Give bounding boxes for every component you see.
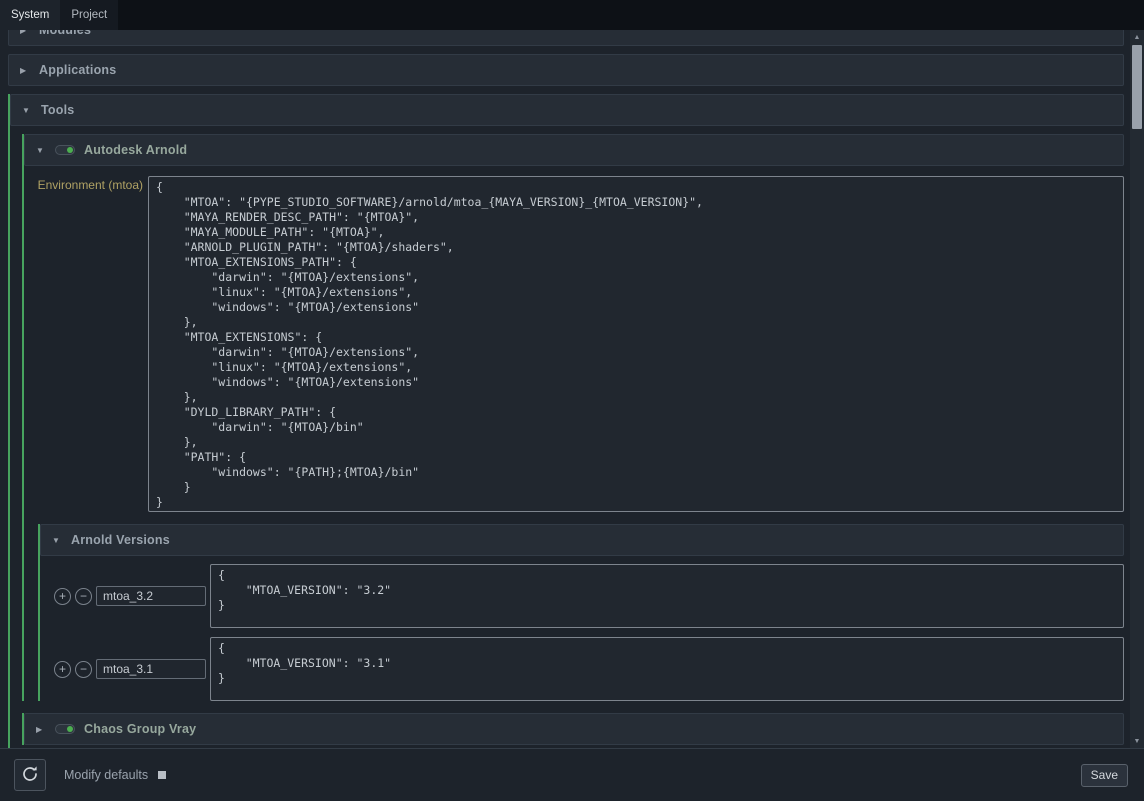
version-key-input[interactable] <box>96 659 206 679</box>
section-header-autodesk-arnold[interactable]: ▼ Autodesk Arnold <box>24 134 1124 166</box>
refresh-button[interactable] <box>14 759 46 791</box>
section-title-applications: Applications <box>39 63 116 77</box>
remove-version-button[interactable]: − <box>75 588 92 605</box>
modify-defaults-checkbox[interactable] <box>158 771 166 779</box>
section-tools: ▼ Tools ▼ Autodesk Arnold Environment (m… <box>8 94 1124 748</box>
environment-json-textarea[interactable]: { "MTOA": "{PYPE_STUDIO_SOFTWARE}/arnold… <box>148 176 1124 512</box>
section-header-applications[interactable]: ▶ Applications <box>8 54 1124 86</box>
section-autodesk-arnold: ▼ Autodesk Arnold Environment (mtoa) { "… <box>22 134 1124 701</box>
tab-system-label: System <box>11 9 49 21</box>
collapsed-arrow-icon: ▶ <box>36 725 46 734</box>
collapsed-arrow-icon: ▶ <box>20 66 30 75</box>
section-header-arnold-versions[interactable]: ▼ Arnold Versions <box>40 524 1124 556</box>
section-arnold-versions: ▼ Arnold Versions + − { "MTOA_VERSION": … <box>38 524 1124 701</box>
remove-version-button[interactable]: − <box>75 661 92 678</box>
version-json-textarea[interactable]: { "MTOA_VERSION": "3.2" } <box>210 564 1124 628</box>
tab-project-label: Project <box>71 9 107 21</box>
tab-project[interactable]: Project <box>60 0 118 30</box>
section-chaos-group-vray: ▶ Chaos Group Vray <box>22 713 1124 745</box>
enabled-toggle-icon[interactable] <box>55 724 75 734</box>
version-json-textarea[interactable]: { "MTOA_VERSION": "3.1" } <box>210 637 1124 701</box>
expanded-arrow-icon: ▼ <box>36 146 46 155</box>
vertical-scrollbar: ▲ ▼ <box>1130 30 1144 748</box>
tab-system[interactable]: System <box>0 0 60 30</box>
enabled-toggle-icon[interactable] <box>55 145 75 155</box>
tools-body: ▼ Autodesk Arnold Environment (mtoa) { "… <box>10 134 1124 748</box>
refresh-icon <box>21 765 39 786</box>
section-title-autodesk-arnold: Autodesk Arnold <box>84 143 187 157</box>
section-title-chaos-group-vray: Chaos Group Vray <box>84 722 196 736</box>
version-row: + − { "MTOA_VERSION": "3.1" } <box>40 637 1124 701</box>
environment-row: Environment (mtoa) { "MTOA": "{PYPE_STUD… <box>24 176 1124 512</box>
section-title-arnold-versions: Arnold Versions <box>71 533 170 547</box>
section-title-tools: Tools <box>41 103 74 117</box>
environment-label: Environment (mtoa) <box>24 176 148 512</box>
footer-bar: Modify defaults Save <box>0 748 1144 801</box>
add-version-button[interactable]: + <box>54 588 71 605</box>
scrollbar-thumb[interactable] <box>1132 45 1142 129</box>
settings-content: ▶ Modules ▶ Applications ▼ Tools ▼ Autod… <box>0 30 1130 748</box>
save-button[interactable]: Save <box>1081 764 1128 787</box>
section-header-chaos-group-vray[interactable]: ▶ Chaos Group Vray <box>24 713 1124 745</box>
expanded-arrow-icon: ▼ <box>22 106 32 115</box>
settings-viewport: ▶ Modules ▶ Applications ▼ Tools ▼ Autod… <box>0 30 1130 748</box>
section-header-tools[interactable]: ▼ Tools <box>10 94 1124 126</box>
section-title-modules: Modules <box>39 30 91 37</box>
expanded-arrow-icon: ▼ <box>52 536 62 545</box>
tab-bar: System Project <box>0 0 1144 30</box>
modify-defaults-label: Modify defaults <box>64 768 148 782</box>
scroll-down-icon[interactable]: ▼ <box>1130 734 1144 748</box>
version-row: + − { "MTOA_VERSION": "3.2" } <box>40 564 1124 628</box>
add-version-button[interactable]: + <box>54 661 71 678</box>
section-header-modules[interactable]: ▶ Modules <box>8 30 1124 46</box>
version-key-input[interactable] <box>96 586 206 606</box>
scroll-up-icon[interactable]: ▲ <box>1130 30 1144 44</box>
collapsed-arrow-icon: ▶ <box>20 30 30 35</box>
